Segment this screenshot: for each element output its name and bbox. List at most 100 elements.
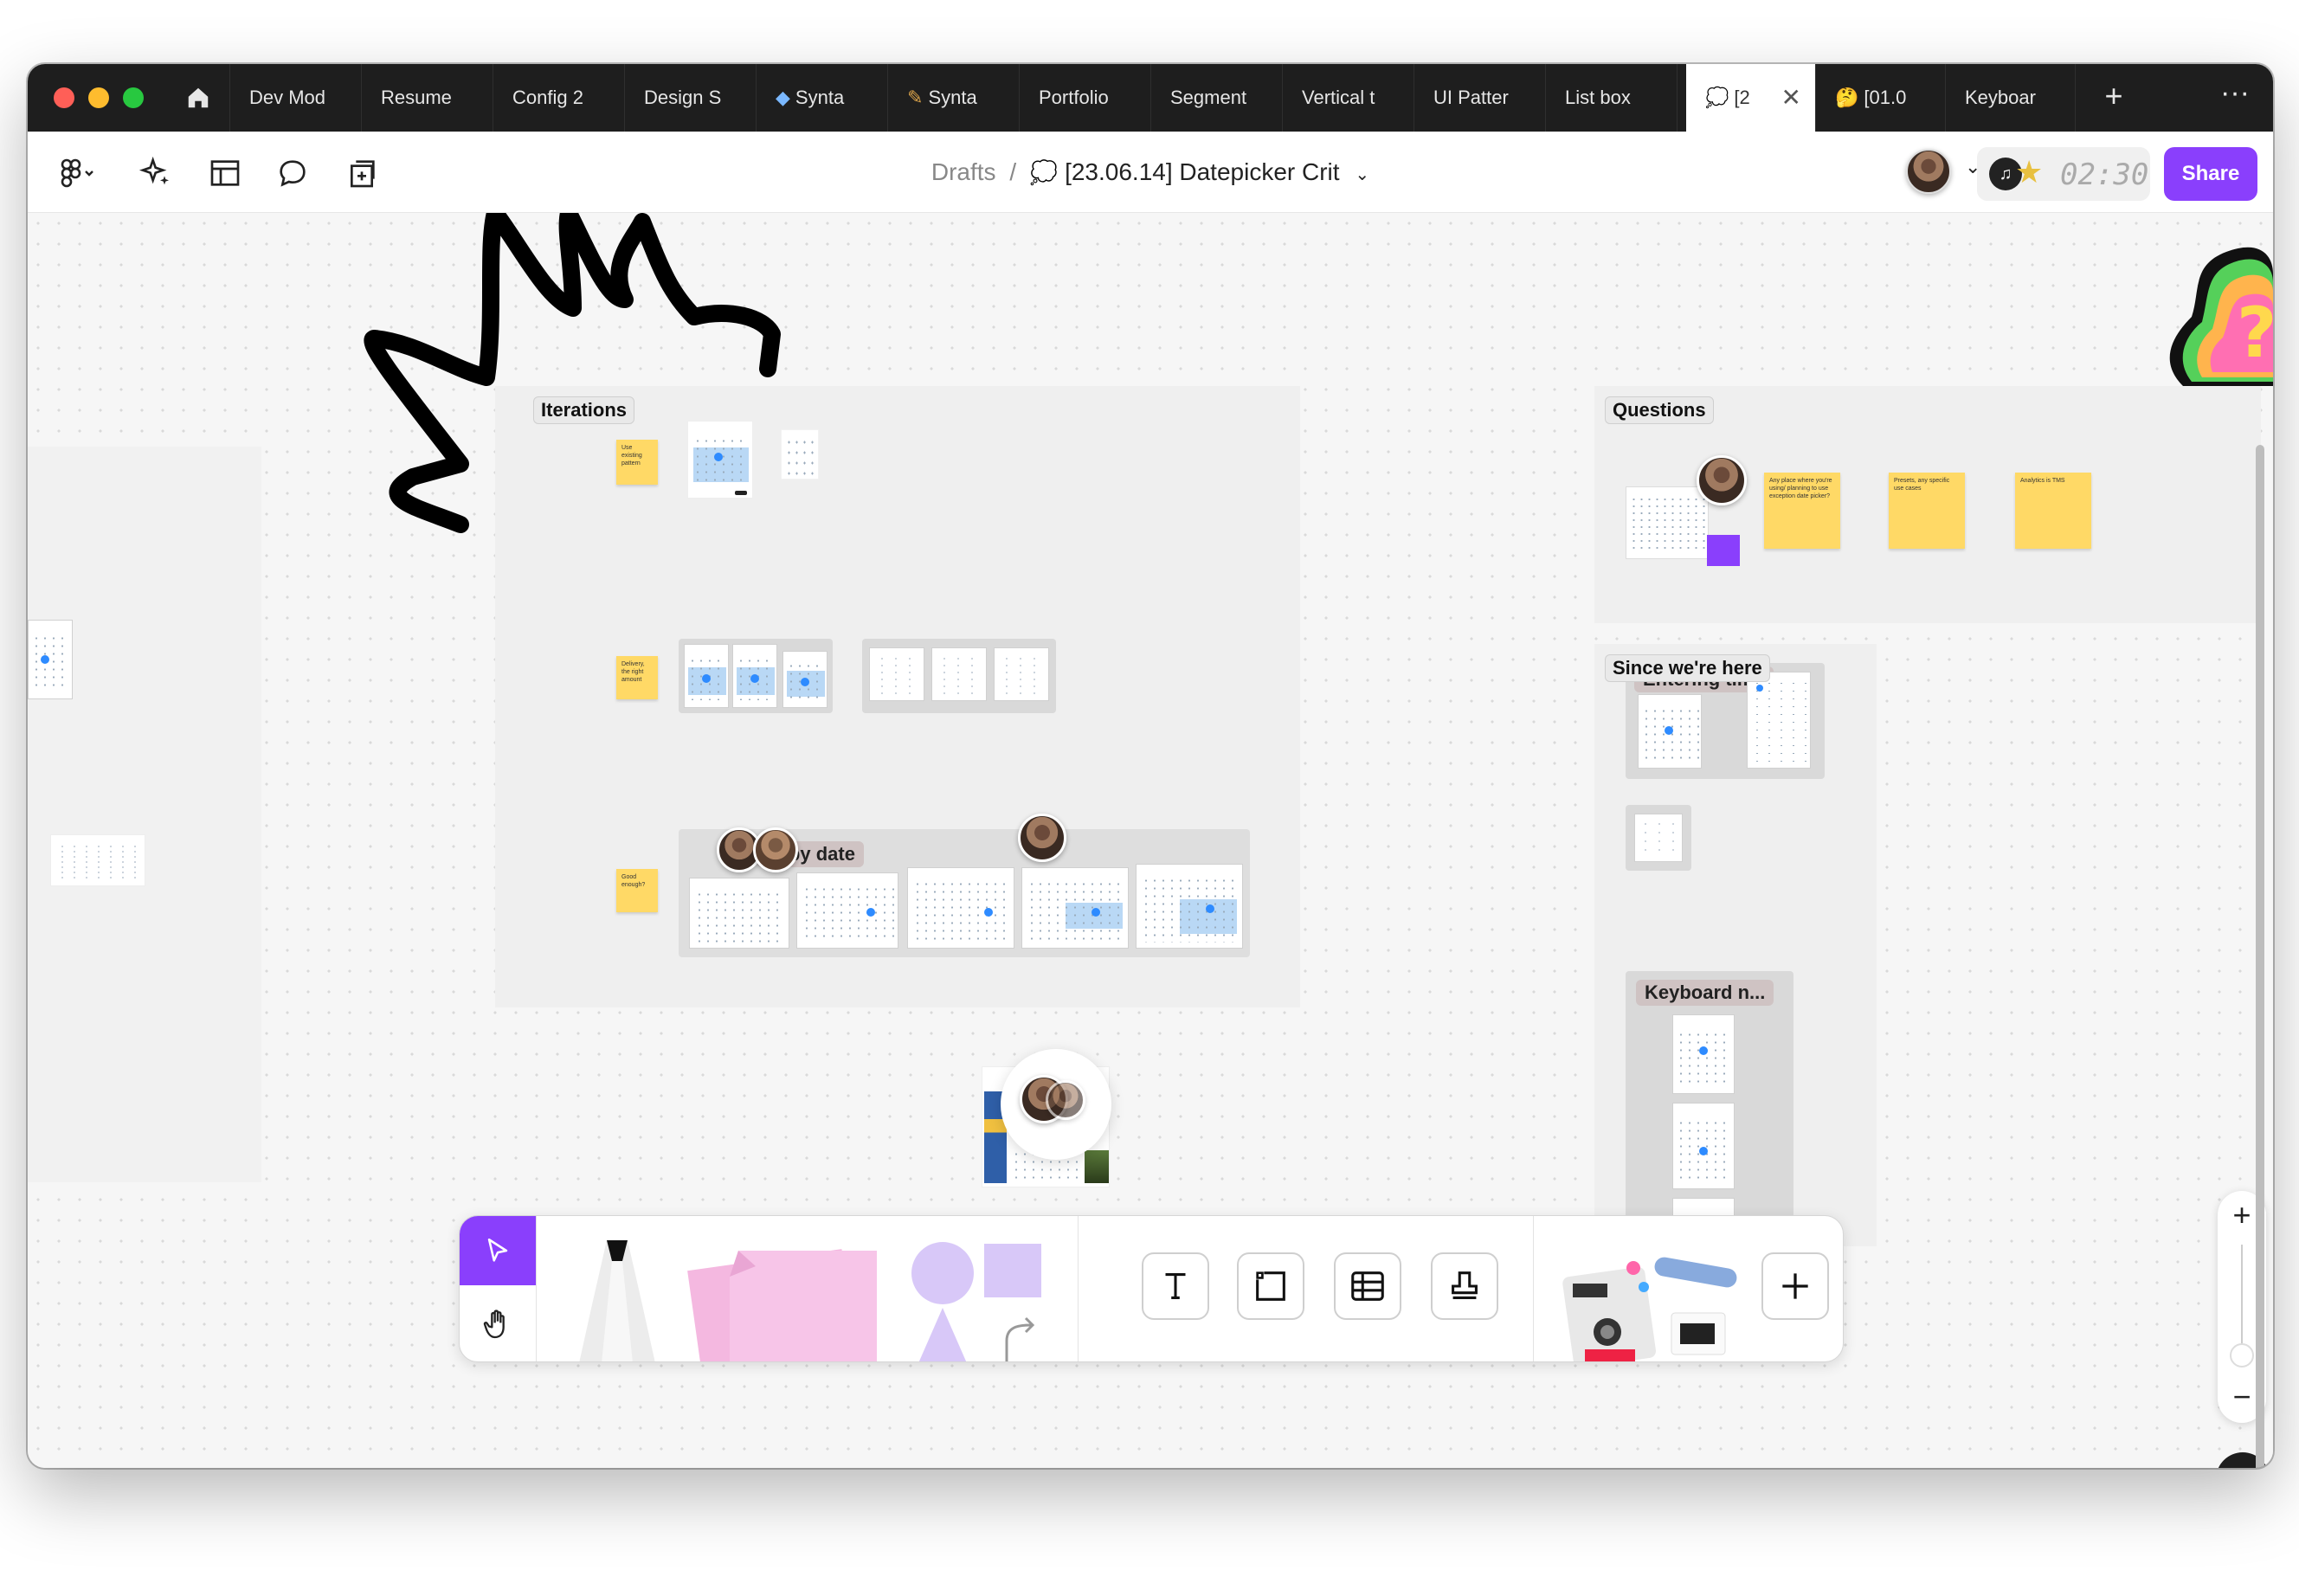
add-frame-button[interactable] <box>338 149 386 197</box>
more-tools-button[interactable] <box>1761 1252 1829 1320</box>
tab-keyboard[interactable]: Keyboar <box>1946 64 2076 132</box>
tab-segment[interactable]: Segment <box>1151 64 1283 132</box>
section-tool-button[interactable] <box>1237 1252 1304 1320</box>
calendar-variants-group <box>679 639 833 713</box>
ai-actions-button[interactable] <box>132 149 180 197</box>
tab-vertical[interactable]: Vertical t <box>1283 64 1414 132</box>
dock-divider <box>1533 1216 1534 1361</box>
section-label[interactable]: Iterations <box>533 396 635 424</box>
selected-date-marker <box>750 674 759 683</box>
feather-icon: ✎ <box>907 87 924 108</box>
text-tool-button[interactable] <box>1142 1252 1209 1320</box>
marker-pen-tool[interactable] <box>572 1240 662 1362</box>
dock-divider <box>536 1216 537 1361</box>
tab-config[interactable]: Config 2 <box>493 64 625 132</box>
new-tab-button[interactable]: + <box>2088 64 2140 132</box>
close-window-button[interactable] <box>54 87 74 108</box>
tab-label: Keyboar <box>1965 87 2036 108</box>
question-sticky[interactable]: Analytics is TMS <box>2015 473 2091 549</box>
preset-list-card <box>869 647 924 701</box>
calendar-variant <box>1672 1103 1735 1189</box>
calendar-variant <box>1021 867 1129 949</box>
tab-resume[interactable]: Resume <box>362 64 493 132</box>
tab-design-system[interactable]: Design S <box>625 64 757 132</box>
apply-button-mini <box>735 491 747 495</box>
collaborator-avatar[interactable] <box>1018 814 1066 862</box>
zoom-slider-handle[interactable] <box>2230 1343 2254 1368</box>
section-label[interactable]: Since we're here <box>1605 654 1770 682</box>
sticky-note[interactable]: Good enough? <box>616 869 658 912</box>
table-tool-button[interactable] <box>1334 1252 1401 1320</box>
form-lines <box>785 437 816 475</box>
selected-date-marker <box>702 674 711 683</box>
input-thumbnail <box>781 429 819 479</box>
comments-button[interactable] <box>268 149 317 197</box>
calendar-grid <box>1027 880 1124 943</box>
section-label[interactable]: Questions <box>1605 396 1714 424</box>
calendar-grid <box>693 437 749 486</box>
tab-label: Segment <box>1170 87 1247 108</box>
selected-date-marker <box>1756 685 1763 692</box>
offscreen-calendar-thumb <box>28 620 73 699</box>
calendar-variant <box>1672 1014 1735 1094</box>
more-tabs-button[interactable]: ··· <box>2209 64 2261 132</box>
tab-bar: Dev Mod Resume Config 2 Design S ◆ Synta … <box>28 64 2273 132</box>
list-lines <box>937 655 981 695</box>
cursor-presence-bubble[interactable] <box>1001 1049 1111 1160</box>
share-button[interactable]: Share <box>2164 147 2257 201</box>
question-sticky[interactable]: Any place where you're using/ planning t… <box>1764 473 1840 549</box>
question-sticky[interactable]: Presets, any specific use cases <box>1889 473 1965 549</box>
thinking-face-icon: 🤔 <box>1835 87 1859 108</box>
calendar-variant <box>907 867 1014 949</box>
tab-thinking[interactable]: 🤔 [01.0 <box>1816 64 1946 132</box>
tab-list-box[interactable]: List box <box>1546 64 1678 132</box>
tab-label: UI Patter <box>1433 87 1509 108</box>
selected-date-marker <box>41 655 49 664</box>
stamp-tool-button[interactable] <box>1431 1252 1498 1320</box>
collaborator-avatar[interactable] <box>753 827 798 872</box>
chat-bubble-icon: 💭 <box>1705 87 1729 108</box>
collaborator-avatar[interactable] <box>1697 455 1747 505</box>
breadcrumb-drafts[interactable]: Drafts <box>931 158 996 185</box>
purple-note[interactable] <box>1707 535 1740 566</box>
timer-widget[interactable]: ♫ ★ 02:30 <box>1977 147 2150 201</box>
tab-label: Dev Mod <box>249 87 326 108</box>
widgets-stickers-tool[interactable] <box>1559 1245 1741 1362</box>
cursor-arrow-icon <box>487 1238 508 1262</box>
templates-button[interactable] <box>201 149 249 197</box>
offscreen-table-thumb <box>50 834 145 886</box>
tab-syntax-1[interactable]: ◆ Synta <box>757 64 888 132</box>
maximize-window-button[interactable] <box>123 87 144 108</box>
question-mark-sticker[interactable]: ? <box>2157 239 2273 395</box>
plus-icon <box>1782 1273 1808 1299</box>
tab-datepicker-crit[interactable]: 💭 [2 ✕ <box>1686 64 1816 132</box>
file-title[interactable]: [23.06.14] Datepicker Crit <box>1065 158 1340 185</box>
sticky-note-tool[interactable] <box>686 1242 885 1362</box>
calendar-variant <box>796 872 898 949</box>
calendar-grid <box>1142 877 1239 943</box>
group-label[interactable]: Keyboard n... <box>1636 980 1774 1006</box>
tab-label: [2 <box>1734 87 1750 108</box>
tab-portfolio[interactable]: Portfolio <box>1020 64 1151 132</box>
tab-label: Resume <box>381 87 452 108</box>
selected-date-marker <box>984 908 993 917</box>
user-avatar <box>1906 149 1951 194</box>
table-icon <box>1351 1271 1384 1301</box>
sticky-note[interactable]: Delivery, the right amount <box>616 656 658 699</box>
vertical-scrollbar[interactable] <box>2256 445 2264 1468</box>
zoom-slider-track[interactable] <box>2241 1245 2243 1357</box>
chevron-down-icon[interactable]: ⌄ <box>1355 165 1369 184</box>
shapes-tool[interactable] <box>910 1239 1057 1362</box>
tab-syntax-2[interactable]: ✎ Synta <box>888 64 1020 132</box>
home-tab[interactable] <box>166 64 230 132</box>
minimize-window-button[interactable] <box>88 87 109 108</box>
select-tool-button[interactable] <box>460 1216 536 1285</box>
close-tab-icon[interactable]: ✕ <box>1781 64 1801 132</box>
tab-label: Synta <box>795 87 845 108</box>
main-menu-button[interactable] <box>45 149 111 197</box>
sticky-note[interactable]: Use existing pattern <box>616 440 658 485</box>
tab-dev-mode[interactable]: Dev Mod <box>230 64 362 132</box>
tab-ui-patterns[interactable]: UI Patter <box>1414 64 1546 132</box>
hand-tool-button[interactable] <box>460 1285 536 1361</box>
timer-readout: 02:30 <box>2060 158 2149 192</box>
